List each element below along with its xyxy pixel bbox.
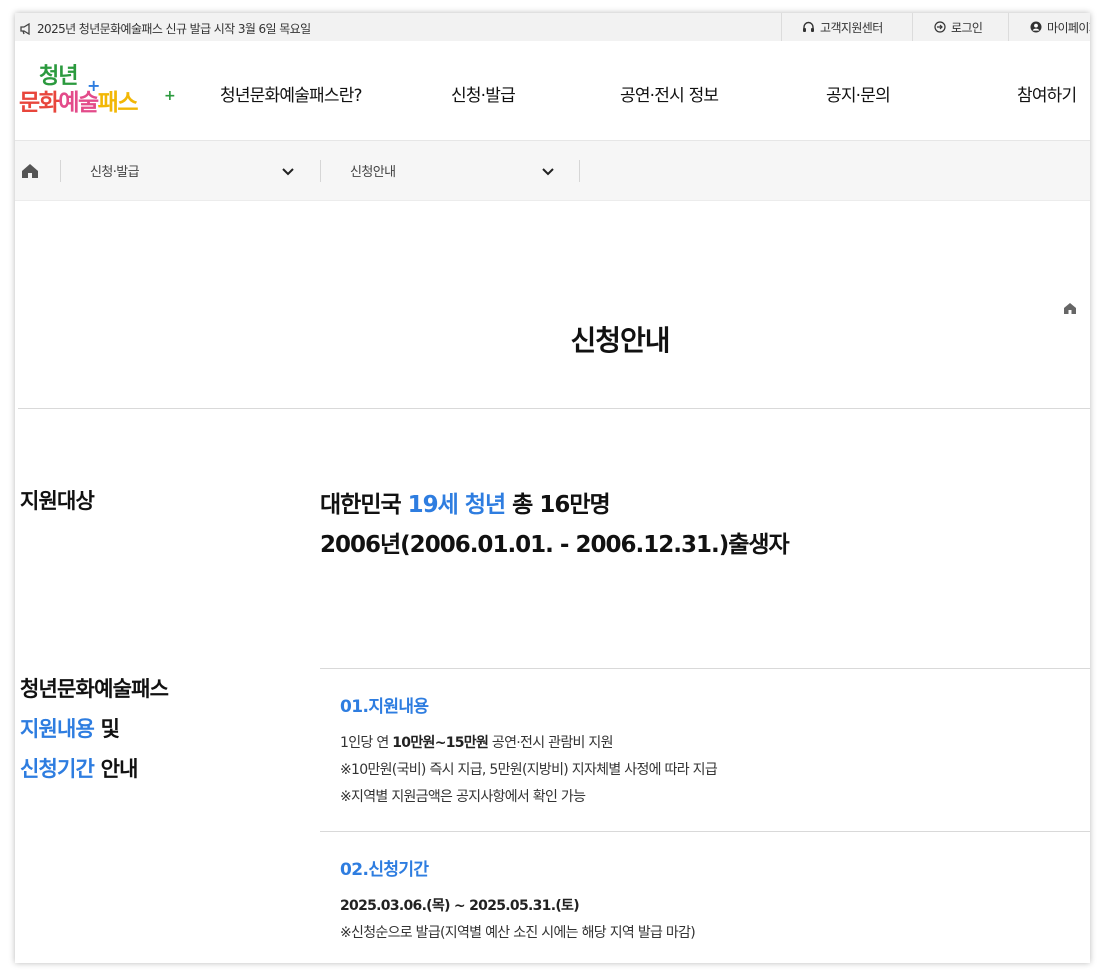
eligibility-text: 대한민국 xyxy=(320,492,408,518)
topbar-divider xyxy=(1008,13,1009,41)
breadcrumb-divider xyxy=(60,160,61,182)
topbar-divider xyxy=(781,13,782,41)
logo-text-part: 문화 xyxy=(19,90,60,116)
breadcrumb-depth1-select[interactable]: 신청·발급 xyxy=(90,161,140,180)
login-icon xyxy=(934,21,946,33)
topbar-divider xyxy=(912,13,913,41)
logo-text-part: 패스 xyxy=(97,90,139,116)
support-label-highlight: 지원내용 xyxy=(20,717,95,741)
eligibility-highlight: 19세 청년 xyxy=(407,492,506,518)
logo-plus-icon: + xyxy=(164,88,176,104)
eligibility-line2: 2006년(2006.01.01. - 2006.12.31.)출생자 xyxy=(320,532,790,558)
title-divider xyxy=(18,408,1090,409)
application-period-title: 02.신청기간 xyxy=(340,860,429,880)
eligibility-line1: 대한민국 19세 청년 총 16만명 xyxy=(320,485,611,519)
breadcrumb: 신청·발급 신청안내 xyxy=(15,141,1090,201)
info-box-divider xyxy=(320,831,1090,832)
headset-icon xyxy=(803,21,814,32)
home-icon[interactable] xyxy=(1063,301,1077,315)
support-content-title: 01.지원내용 xyxy=(340,697,429,717)
login-link[interactable]: 로그인 xyxy=(934,13,983,41)
breadcrumb-divider xyxy=(579,160,580,182)
support-content-line2: ※10만원(국비) 즉시 지급, 5만원(지방비) 지자체별 사정에 따라 지급 xyxy=(340,762,718,778)
support-content-line1: 1인당 연 10만원~15만원 공연·전시 관람비 지원 xyxy=(340,732,613,752)
site-logo[interactable]: 청년 + 문화예술패스 + xyxy=(19,58,179,124)
megaphone-icon xyxy=(20,22,30,35)
nav-item-notice[interactable]: 공지·문의 xyxy=(826,81,891,106)
application-period-note: ※신청순으로 발급(지역별 예산 소진 시에는 해당 지역 발급 마감) xyxy=(340,925,696,941)
eligibility-label: 지원대상 xyxy=(20,489,95,513)
support-content-text: 공연·전시 관람비 지원 xyxy=(488,735,614,751)
breadcrumb-divider xyxy=(320,160,321,182)
user-circle-icon xyxy=(1030,21,1042,33)
mypage-link[interactable]: 마이페이지 xyxy=(1030,13,1090,41)
support-label-highlight: 신청기간 xyxy=(20,757,95,781)
info-box-divider xyxy=(320,668,1090,669)
nav-item-shows[interactable]: 공연·전시 정보 xyxy=(620,81,719,106)
nav-item-participate[interactable]: 참여하기 xyxy=(1017,81,1077,106)
site-header: 청년 + 문화예술패스 + 청년문화예술패스란? 신청·발급 공연·전시 정보 … xyxy=(15,41,1090,141)
support-content-line3: ※지역별 지원금액은 공지사항에서 확인 가능 xyxy=(340,789,586,805)
chevron-down-icon[interactable] xyxy=(280,163,296,179)
breadcrumb-depth2-select[interactable]: 신청안내 xyxy=(350,161,396,180)
support-label-text: 및 xyxy=(94,717,120,741)
application-period-dates: 2025.03.06.(목) ~ 2025.05.31.(토) xyxy=(340,898,580,914)
mypage-label: 마이페이지 xyxy=(1047,20,1090,35)
nav-item-about[interactable]: 청년문화예술패스란? xyxy=(220,81,363,106)
customer-support-label: 고객지원센터 xyxy=(820,20,883,35)
support-label-line1: 청년문화예술패스 xyxy=(20,677,169,701)
top-notice-bar: 2025년 청년문화예술패스 신규 발급 시작 3월 6일 목요일 고객지원센터… xyxy=(15,13,1090,41)
support-label-line2: 지원내용 및 xyxy=(20,713,120,743)
home-icon[interactable] xyxy=(21,162,39,180)
logo-text-part: 예술 xyxy=(58,90,99,116)
notice-text: 2025년 청년문화예술패스 신규 발급 시작 3월 6일 목요일 xyxy=(37,22,311,36)
support-content-text: 1인당 연 xyxy=(340,735,393,751)
page-title: 신청안내 xyxy=(570,324,670,357)
customer-support-link[interactable]: 고객지원센터 xyxy=(802,13,883,41)
support-label-text: 안내 xyxy=(94,757,139,781)
eligibility-text: 총 16만명 xyxy=(505,492,611,518)
support-label-line3: 신청기간 안내 xyxy=(20,753,138,783)
logo-text-line2: 문화예술패스 xyxy=(19,83,139,117)
login-label: 로그인 xyxy=(951,20,983,35)
browser-viewport: 2025년 청년문화예술패스 신규 발급 시작 3월 6일 목요일 고객지원센터… xyxy=(15,13,1090,963)
support-amount: 10만원~15만원 xyxy=(392,735,489,751)
chevron-down-icon[interactable] xyxy=(540,163,556,179)
nav-item-apply[interactable]: 신청·발급 xyxy=(451,81,516,106)
notice-banner[interactable]: 2025년 청년문화예술패스 신규 발급 시작 3월 6일 목요일 xyxy=(20,20,311,37)
